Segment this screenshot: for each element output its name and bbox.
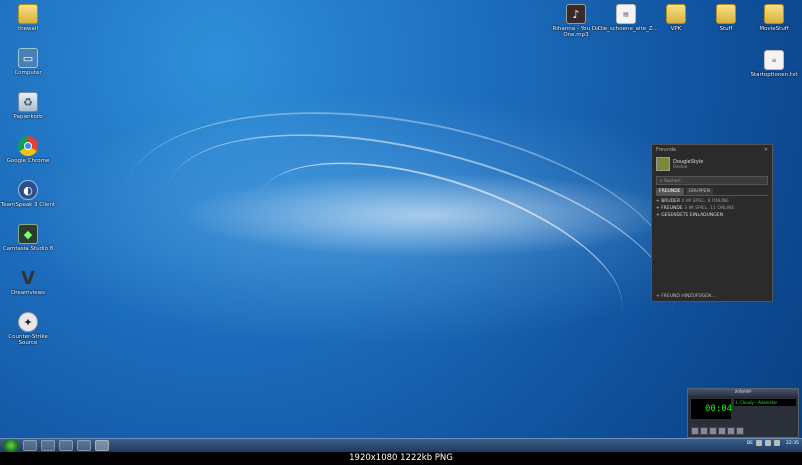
folder-icon xyxy=(666,4,686,24)
friends-window[interactable]: Freunde ✕ DougieStyle Online ⌕ Suchen FR… xyxy=(651,144,773,302)
user-status: Online xyxy=(673,164,688,170)
volume-icon[interactable] xyxy=(765,440,772,446)
computer-icon: ▭ xyxy=(18,48,38,68)
language-indicator[interactable]: DE xyxy=(747,441,753,446)
close-icon[interactable]: ✕ xyxy=(764,147,768,153)
folder-icon xyxy=(764,4,784,24)
add-friend-button[interactable]: + FREUND HINZUFÜGEN... xyxy=(656,294,716,299)
cs-icon: ✦ xyxy=(18,312,38,332)
taskbar-chrome[interactable] xyxy=(41,440,55,451)
text-file-icon: ≡ xyxy=(764,50,784,70)
music-file-icon: ♪ xyxy=(566,4,586,24)
winamp-time: 00:04 xyxy=(705,404,733,414)
desktop: thewall ▭ Computer ♻ Papierkorb Google C… xyxy=(0,0,802,438)
pause-icon[interactable] xyxy=(709,427,717,435)
winamp-player[interactable]: WINAMP 00:04 1. Cloudy - Adamstar xyxy=(687,388,799,438)
tab-groups[interactable]: GRUPPEN xyxy=(685,188,714,195)
friends-list: + BRUDER 0 IM SPIEL, 8 ONLINE + FREUNDE … xyxy=(656,195,768,219)
user-panel[interactable]: DougieStyle Online xyxy=(652,155,772,173)
list-item[interactable]: + FREUNDE 3 IM SPIEL, 11 ONLINE xyxy=(656,205,768,212)
desktop-icon-chrome[interactable]: Google Chrome xyxy=(0,136,56,164)
desktop-icon-moviestuff[interactable]: MovieStuff xyxy=(746,4,802,32)
eject-icon[interactable] xyxy=(736,427,744,435)
desktop-icon-recycle-bin[interactable]: ♻ Papierkorb xyxy=(0,92,56,120)
list-item[interactable]: + BRUDER 0 IM SPIEL, 8 ONLINE xyxy=(656,198,768,205)
desktop-icon-dreamviews[interactable]: V Dreamviews xyxy=(0,267,56,297)
previous-icon[interactable] xyxy=(691,427,699,435)
friends-titlebar[interactable]: Freunde ✕ xyxy=(652,145,772,155)
taskbar-winamp[interactable] xyxy=(95,440,109,451)
friends-title: Freunde xyxy=(656,147,677,153)
camtasia-icon: ◆ xyxy=(18,224,38,244)
winamp-display: 00:04 xyxy=(691,399,733,419)
avatar[interactable] xyxy=(656,157,670,171)
next-icon[interactable] xyxy=(727,427,735,435)
network-icon[interactable] xyxy=(756,440,763,446)
start-button[interactable] xyxy=(3,439,19,452)
winamp-controls xyxy=(691,427,745,435)
desktop-icon-computer[interactable]: ▭ Computer xyxy=(0,48,56,76)
play-icon[interactable] xyxy=(700,427,708,435)
desktop-icon-thewall[interactable]: thewall xyxy=(0,4,56,32)
desktop-icon-camtasia[interactable]: ◆ Camtasia Studio 8 xyxy=(0,224,56,252)
friends-tabs: FREUNDE GRUPPEN xyxy=(656,188,768,195)
friends-search-input[interactable]: ⌕ Suchen xyxy=(656,176,768,185)
system-tray: DE 22:35 xyxy=(747,440,799,446)
taskbar-camtasia[interactable] xyxy=(59,440,73,451)
chrome-icon xyxy=(18,136,38,156)
desktop-icon-rihanna-mp3[interactable]: ♪ Rihanna - You Da One.mp3 xyxy=(548,4,604,38)
desktop-icon-die-schoene-alte[interactable]: ▤ Die_schoene_alte_Z... xyxy=(598,4,658,32)
image-caption: 1920x1080 1222kb PNG xyxy=(0,452,802,465)
v-logo-icon: V xyxy=(21,267,35,289)
recycle-bin-icon: ♻ xyxy=(18,92,38,112)
steam-icon[interactable] xyxy=(774,440,781,446)
file-icon: ▤ xyxy=(616,4,636,24)
list-item[interactable]: + GESENDETE EINLADUNGEN xyxy=(656,212,768,219)
taskbar-explorer[interactable] xyxy=(23,440,37,451)
winamp-track-title: 1. Cloudy - Adamstar xyxy=(734,399,796,406)
folder-icon xyxy=(716,4,736,24)
desktop-icon-teamspeak[interactable]: ◐ TeamSpeak 3 Client xyxy=(0,180,56,208)
desktop-icon-vpk[interactable]: VPK xyxy=(648,4,704,32)
stop-icon[interactable] xyxy=(718,427,726,435)
teamspeak-icon: ◐ xyxy=(18,180,38,200)
desktop-icon-counter-strike[interactable]: ✦ Counter-Strike Source xyxy=(0,312,56,346)
taskbar: DE 22:35 xyxy=(0,438,802,452)
folder-icon xyxy=(18,4,38,24)
taskbar-skype[interactable] xyxy=(77,440,91,451)
desktop-icon-startoptionen[interactable]: ≡ Startoptionen.txt xyxy=(746,50,802,78)
tab-friends[interactable]: FREUNDE xyxy=(656,188,684,195)
clock[interactable]: 22:35 xyxy=(786,441,799,446)
username: DougieStyle xyxy=(673,158,704,165)
winamp-title: WINAMP xyxy=(688,389,798,396)
